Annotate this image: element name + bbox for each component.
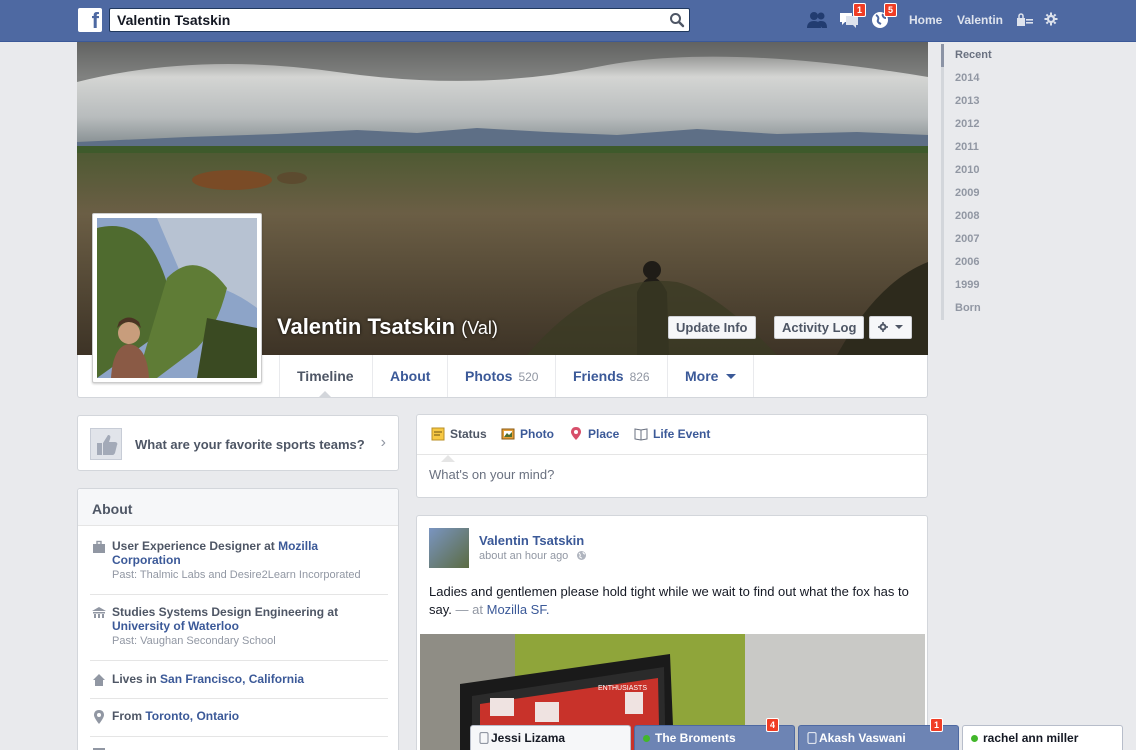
- svg-text:ENTHUSIASTS: ENTHUSIASTS: [598, 685, 647, 692]
- activity-log-button[interactable]: Activity Log: [774, 316, 865, 339]
- from-prefix: From: [112, 709, 142, 723]
- year-2011[interactable]: 2011: [941, 136, 1041, 159]
- year-2008[interactable]: 2008: [941, 205, 1041, 228]
- photos-count: 520: [518, 370, 539, 384]
- year-2012[interactable]: 2012: [941, 113, 1041, 136]
- prompt-text: What are your favorite sports teams?: [135, 437, 365, 452]
- online-status-icon: [971, 735, 978, 742]
- tab-about[interactable]: About: [372, 355, 447, 397]
- house-icon: [93, 674, 105, 686]
- year-2006[interactable]: 2006: [941, 251, 1041, 274]
- year-born[interactable]: Born: [941, 297, 1041, 320]
- year-recent[interactable]: Recent: [941, 44, 1041, 67]
- friends-count: 826: [629, 370, 650, 384]
- composer-tab-place[interactable]: Place: [569, 427, 619, 441]
- work-prefix: User Experience Designer at: [112, 539, 275, 553]
- year-2009[interactable]: 2009: [941, 182, 1041, 205]
- search-icon[interactable]: [669, 12, 685, 28]
- post-timestamp[interactable]: about an hour ago: [479, 550, 587, 562]
- lives-link[interactable]: San Francisco, California: [160, 672, 304, 686]
- chat-unread-badge: 1: [930, 718, 944, 732]
- briefcase-icon: [93, 540, 105, 553]
- composer-tab-life-event[interactable]: Life Event: [634, 427, 710, 441]
- mobile-icon: [807, 732, 817, 744]
- composer-tabs: Status Photo Place Life Event: [417, 415, 927, 462]
- post-author-avatar[interactable]: [429, 528, 469, 568]
- profile-picture[interactable]: [92, 213, 262, 383]
- tab-photos[interactable]: Photos 520: [447, 355, 555, 397]
- from-link[interactable]: Toronto, Ontario: [145, 709, 239, 723]
- thumbs-up-icon: [90, 428, 122, 460]
- chevron-down-icon: [726, 374, 737, 384]
- profile-name: Valentin Tsatskin (Val): [277, 314, 498, 340]
- chat-tab-akash-vaswani[interactable]: Akash Vaswani 1: [798, 718, 959, 750]
- tab-timeline[interactable]: Timeline: [279, 355, 371, 397]
- year-2013[interactable]: 2013: [941, 90, 1041, 113]
- composer-input[interactable]: What's on your mind?: [429, 467, 554, 482]
- post-author-name[interactable]: Valentin Tsatskin: [479, 533, 584, 548]
- year-2014[interactable]: 2014: [941, 67, 1041, 90]
- year-2010[interactable]: 2010: [941, 159, 1041, 182]
- status-composer: Status Photo Place Life Event What's on …: [416, 414, 928, 498]
- public-globe-icon: [577, 551, 587, 560]
- about-education: Studies Systems Design Engineering at Un…: [90, 605, 388, 661]
- composer-tab-photo[interactable]: Photo: [501, 427, 554, 441]
- photo-icon: [501, 428, 515, 440]
- chat-tab-jessi-lizama[interactable]: Jessi Lizama: [470, 725, 631, 750]
- location-pin-icon: [94, 710, 104, 724]
- composer-tab-status[interactable]: Status: [431, 427, 487, 441]
- messages-badge: 1: [852, 3, 866, 17]
- profile-nickname: (Val): [461, 318, 498, 338]
- year-2007[interactable]: 2007: [941, 228, 1041, 251]
- work-past: Past: Thalmic Labs and Desire2Learn Inco…: [112, 569, 361, 581]
- school-icon: [92, 607, 106, 618]
- online-status-icon: [643, 735, 650, 742]
- notifications-badge: 5: [883, 3, 897, 17]
- life-event-book-icon: [634, 428, 648, 441]
- about-card: About User Experience Designer at Mozill…: [77, 488, 399, 750]
- list-icon: [93, 748, 105, 750]
- education-prefix: Studies Systems Design Engineering at: [112, 605, 339, 619]
- year-1999[interactable]: 1999: [941, 274, 1041, 297]
- tab-friends[interactable]: Friends 826: [555, 355, 667, 397]
- about-more-row: [90, 745, 388, 750]
- status-pencil-icon: [431, 427, 445, 441]
- chat-tab-rachel-ann-miller[interactable]: rachel ann miller: [962, 725, 1123, 750]
- chat-unread-badge: 4: [766, 718, 780, 732]
- sports-teams-prompt[interactable]: What are your favorite sports teams? ›: [77, 415, 399, 471]
- settings-gear-icon[interactable]: [1044, 12, 1058, 26]
- about-from: From Toronto, Ontario: [90, 709, 388, 737]
- timeline-year-nav: Recent 2014 2013 2012 2011 2010 2009 200…: [941, 44, 1041, 320]
- cover-settings-dropdown[interactable]: [869, 316, 912, 339]
- facebook-logo-icon[interactable]: f: [78, 8, 102, 33]
- place-pin-icon: [571, 427, 581, 440]
- profile-link[interactable]: Valentin: [957, 13, 1003, 27]
- about-work: User Experience Designer at Mozilla Corp…: [90, 539, 388, 595]
- search-box: [109, 8, 690, 32]
- about-title[interactable]: About: [78, 489, 398, 526]
- messages-icon[interactable]: 1: [838, 3, 866, 30]
- about-lives-in: Lives in San Francisco, California: [90, 672, 388, 699]
- notifications-globe-icon[interactable]: 5: [869, 3, 897, 30]
- gear-dropdown-icon: [878, 322, 903, 332]
- search-input[interactable]: [110, 9, 650, 31]
- post-at-label: — at: [455, 602, 483, 617]
- mobile-icon: [479, 732, 489, 744]
- education-link[interactable]: University of Waterloo: [112, 619, 239, 633]
- education-past: Past: Vaughan Secondary School: [112, 635, 276, 647]
- chevron-right-icon: ›: [380, 434, 386, 451]
- lives-prefix: Lives in: [112, 672, 157, 686]
- chat-tab-the-broments[interactable]: The Broments 4: [634, 718, 795, 750]
- tab-more[interactable]: More: [667, 355, 755, 397]
- timeline-post: Valentin Tsatskin about an hour ago Ladi…: [416, 515, 928, 750]
- privacy-lock-icon[interactable]: [1016, 13, 1034, 33]
- post-place-link[interactable]: Mozilla SF.: [487, 602, 550, 617]
- home-link[interactable]: Home: [909, 13, 942, 27]
- profile-full-name: Valentin Tsatskin: [277, 314, 456, 339]
- post-message: Ladies and gentlemen please hold tight w…: [429, 583, 909, 619]
- top-bar: f 1 5 Home Valentin: [0, 0, 1136, 42]
- active-tab-caret: [441, 448, 455, 462]
- update-info-button[interactable]: Update Info: [668, 316, 756, 339]
- friend-requests-icon[interactable]: [806, 10, 828, 30]
